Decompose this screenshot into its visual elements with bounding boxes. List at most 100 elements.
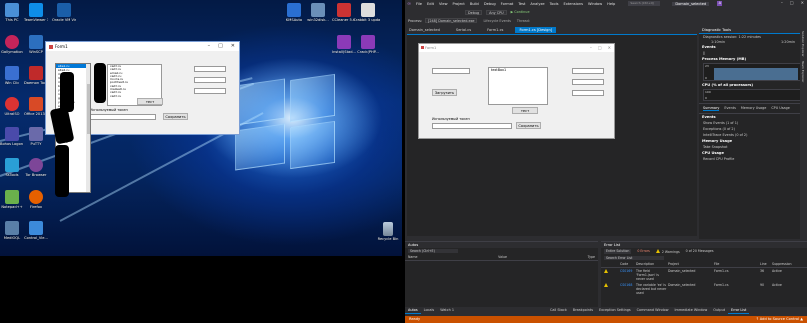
menu-analyze[interactable]: Analyze xyxy=(530,2,544,6)
warnings-filter[interactable]: 2 Warnings xyxy=(655,249,680,254)
menu-format[interactable]: Format xyxy=(501,2,514,6)
col-suppression[interactable]: Suppression xyxy=(772,262,791,266)
desktop-icon-bohos[interactable]: Bohos Logon Key xyxy=(0,127,24,146)
platform-dropdown[interactable]: Any CPU xyxy=(486,9,507,15)
combobox[interactable] xyxy=(432,68,470,74)
tab-events[interactable]: Events xyxy=(724,106,735,111)
close-icon[interactable]: ✕ xyxy=(231,43,235,49)
test-button[interactable]: тест xyxy=(512,107,538,114)
token-input[interactable] xyxy=(432,123,512,129)
token-input[interactable] xyxy=(90,114,156,120)
col-value[interactable]: Value xyxy=(498,255,507,259)
menu-help[interactable]: Help xyxy=(607,2,615,6)
col-type[interactable]: Type xyxy=(588,255,595,259)
maximize-icon[interactable]: □ xyxy=(790,0,794,5)
desktop-icon-this-pc[interactable]: This PC xyxy=(0,3,24,22)
tab-form1-design[interactable]: Form1.cs [Design] xyxy=(515,27,557,33)
tab-breakpoints[interactable]: Breakpoints xyxy=(570,307,596,314)
load-button[interactable]: Загрузить xyxy=(432,89,457,96)
autos-search-input[interactable]: Search (Ctrl+E) xyxy=(408,249,458,253)
designer-form1[interactable]: Form1 – □ ✕ textBox1 Загрузить тест Исполь… xyxy=(418,43,615,139)
tab-output[interactable]: Output xyxy=(710,307,728,314)
menu-file[interactable]: File xyxy=(416,2,422,6)
menu-build[interactable]: Build xyxy=(470,2,479,6)
avatar[interactable]: A xyxy=(717,1,723,6)
errors-filter[interactable]: 0 Errors xyxy=(637,249,649,254)
desktop-icon-install[interactable]: Install(Stad... xyxy=(332,35,356,54)
desktop-icon-sstools[interactable]: SsTools xyxy=(0,158,24,177)
field-2[interactable] xyxy=(572,79,604,85)
desktop-icon-win32disk[interactable]: win32disk... xyxy=(306,3,330,22)
col-description[interactable]: Description xyxy=(636,262,668,266)
tab-cpu-usage[interactable]: CPU Usage xyxy=(771,106,790,111)
col-code[interactable]: Code xyxy=(620,262,636,266)
tab-exception-settings[interactable]: Exception Settings xyxy=(596,307,634,314)
field-3[interactable] xyxy=(572,90,604,96)
save-button[interactable]: Сохранить xyxy=(163,113,188,120)
desktop-icon-kmsauto[interactable]: KMSAuto xyxy=(282,3,306,22)
desktop-icon-winclic[interactable]: Win Clic xyxy=(0,66,24,85)
desktop-icon-gallymotion[interactable]: Gallymotion xyxy=(0,35,24,54)
menu-debug[interactable]: Debug xyxy=(484,2,496,6)
desktop-icon-firefox[interactable]: Firefox xyxy=(24,190,48,209)
menu-test[interactable]: Test xyxy=(518,2,525,6)
process-memory-section[interactable]: Process Memory (MB) xyxy=(699,56,807,62)
menu-tools[interactable]: Tools xyxy=(550,2,559,6)
col-file[interactable]: File xyxy=(714,262,760,266)
solution-explorer-tab[interactable]: Solution Explorer xyxy=(801,31,805,57)
record-cpu-profile-button[interactable]: Record CPU Profile xyxy=(699,156,807,162)
menu-edit[interactable]: Edit xyxy=(427,2,434,6)
tab-watch1[interactable]: Watch 1 xyxy=(437,307,457,314)
add-to-source-control-button[interactable]: ↑ Add to Source Control ▲ xyxy=(756,316,803,323)
save-button[interactable]: Сохранить xyxy=(516,122,541,129)
tab-summary[interactable]: Summary xyxy=(703,106,720,111)
desktop-icon-rabbit[interactable]: rabbit 3 updates xyxy=(356,3,380,22)
desktop-icon-ccleaner[interactable]: CCleaner 5.62.7540 xyxy=(332,3,356,22)
menu-view[interactable]: View xyxy=(439,2,448,6)
lifecycle-events[interactable]: Lifecycle Events xyxy=(483,19,510,23)
desktop-icon-control[interactable]: Control_Vie... xyxy=(24,221,48,240)
minimize-icon[interactable]: – xyxy=(208,43,211,49)
desktop-icon-ultraiso[interactable]: UltraISO xyxy=(0,97,24,116)
desktop-icon-virtualbox[interactable]: Oracle VM VirtualBox xyxy=(52,3,76,22)
scroll-thumb[interactable] xyxy=(86,84,90,134)
scope-dropdown[interactable]: Entire Solution xyxy=(604,249,632,254)
error-code[interactable]: CS0169 xyxy=(620,269,636,281)
result-field-2[interactable] xyxy=(194,77,226,83)
continue-button[interactable]: ▶ Continue xyxy=(511,10,530,14)
tab-domain-selected[interactable]: Domain_selected xyxy=(405,27,444,33)
desktop-icon-tor[interactable]: Tor Browser xyxy=(24,158,48,177)
tab-call-stack[interactable]: Call Stack xyxy=(547,307,570,314)
desktop-icon-teamviewer[interactable]: TeamViewer 13 xyxy=(24,3,48,22)
visual-studio-window[interactable]: ∞ File Edit View Project Build Debug For… xyxy=(405,0,807,323)
tab-memory-usage[interactable]: Memory Usage xyxy=(741,106,766,111)
cpu-section[interactable]: CPU (% of all processors) xyxy=(699,82,807,88)
maximize-icon[interactable]: □ xyxy=(218,43,223,49)
tab-error-list[interactable]: Error List xyxy=(728,307,750,314)
form1-titlebar[interactable]: Form1 – □ ✕ xyxy=(46,42,239,51)
col-line[interactable]: Line xyxy=(760,262,772,266)
team-explorer-tab[interactable]: Team Explorer xyxy=(801,61,805,82)
form-designer[interactable]: Form1 – □ ✕ textBox1 Загрузить тест Исполь… xyxy=(407,34,697,236)
tab-form1-cs[interactable]: Form1.cs xyxy=(483,27,507,33)
error-row[interactable]: CS0169 The field 'Form1.json' is never u… xyxy=(601,268,807,282)
menu-extensions[interactable]: Extensions xyxy=(563,2,583,6)
field-1[interactable] xyxy=(572,68,604,74)
desktop-icon-mediosql[interactable]: MediOQL xyxy=(0,221,24,240)
dropdown-scrollbar[interactable] xyxy=(86,64,90,192)
error-row[interactable]: CS0168 The variable 'ex' is declared but… xyxy=(601,282,807,296)
tab-autos[interactable]: Autos xyxy=(405,307,421,314)
config-dropdown[interactable]: Debug xyxy=(465,9,483,15)
test-button[interactable]: тест xyxy=(137,98,163,105)
result-field-3[interactable] xyxy=(194,88,226,94)
process-dropdown[interactable]: [248] Domain_selected.exe xyxy=(425,18,478,23)
tab-locals[interactable]: Locals xyxy=(421,307,438,314)
error-code[interactable]: CS0168 xyxy=(620,283,636,295)
tab-command-window[interactable]: Command Window xyxy=(634,307,672,314)
search-input[interactable]: Search (Ctrl+Q) xyxy=(628,1,661,6)
desktop-icon-recycle-bin[interactable]: Recycle Bin xyxy=(376,222,400,241)
textbox1[interactable]: textBox1 xyxy=(488,67,548,105)
error-search-input[interactable]: Search Error List xyxy=(604,256,664,260)
menu-window[interactable]: Window xyxy=(588,2,602,6)
close-icon[interactable]: ✕ xyxy=(801,0,804,5)
